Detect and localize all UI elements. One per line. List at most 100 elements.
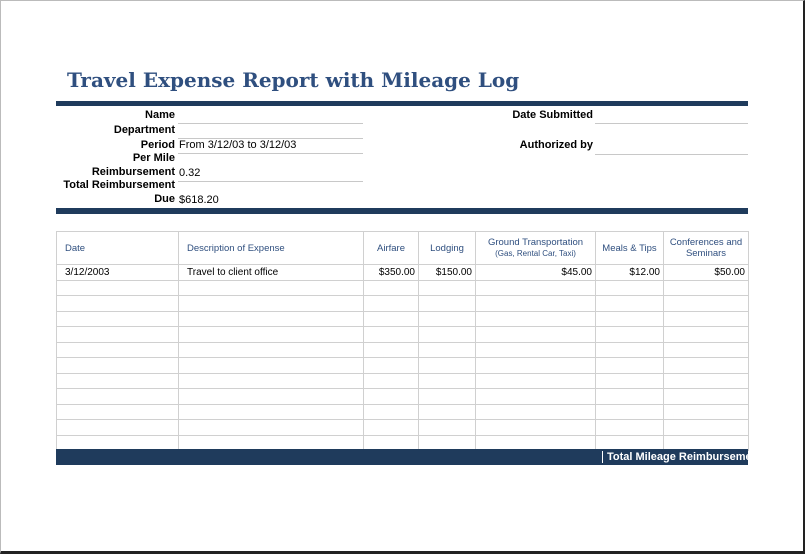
empty-cell[interactable]: [56, 326, 179, 343]
authorized-by-label: Authorized by: [519, 139, 593, 151]
table-row: 3/12/2003 Travel to client office $350.0…: [56, 264, 749, 281]
empty-cell[interactable]: [475, 357, 596, 374]
empty-cell[interactable]: [663, 326, 749, 343]
empty-cell[interactable]: [475, 372, 596, 389]
date-submitted-field[interactable]: [595, 123, 748, 124]
empty-cell[interactable]: [663, 341, 749, 358]
empty-cell[interactable]: [178, 372, 364, 389]
empty-cell[interactable]: [363, 295, 419, 312]
cell-lodging[interactable]: $150.00: [418, 264, 476, 281]
empty-cell[interactable]: [363, 372, 419, 389]
empty-cell[interactable]: [595, 388, 664, 405]
empty-cell[interactable]: [475, 388, 596, 405]
empty-cell[interactable]: [56, 295, 179, 312]
name-label: Name: [145, 109, 175, 121]
empty-cell[interactable]: [418, 403, 476, 420]
reimbursement-value[interactable]: 0.32: [179, 167, 200, 179]
empty-cell[interactable]: [595, 357, 664, 374]
empty-cell[interactable]: [663, 372, 749, 389]
empty-cell[interactable]: [595, 372, 664, 389]
empty-cell[interactable]: [418, 388, 476, 405]
empty-cell[interactable]: [56, 372, 179, 389]
empty-cell[interactable]: [363, 326, 419, 343]
table-row: [56, 357, 749, 374]
empty-cell[interactable]: [363, 279, 419, 296]
empty-cell[interactable]: [418, 310, 476, 327]
col-header-ground-title: Ground Transportation: [487, 237, 584, 248]
empty-cell[interactable]: [418, 295, 476, 312]
empty-cell[interactable]: [595, 310, 664, 327]
empty-cell[interactable]: [663, 419, 749, 436]
empty-cell[interactable]: [178, 341, 364, 358]
col-header-date: Date: [56, 231, 179, 265]
empty-cell[interactable]: [595, 341, 664, 358]
cell-ground[interactable]: $45.00: [475, 264, 596, 281]
empty-cell[interactable]: [475, 295, 596, 312]
authorized-by-field[interactable]: [595, 154, 748, 155]
empty-cell[interactable]: [595, 403, 664, 420]
name-field[interactable]: [178, 123, 363, 124]
cell-airfare[interactable]: $350.00: [363, 264, 419, 281]
empty-cell[interactable]: [663, 279, 749, 296]
empty-cell[interactable]: [363, 341, 419, 358]
table-row: [56, 310, 749, 327]
cell-date[interactable]: 3/12/2003: [56, 264, 179, 281]
empty-cell[interactable]: [178, 295, 364, 312]
col-header-ground: Ground Transportation (Gas, Rental Car, …: [475, 231, 596, 265]
empty-cell[interactable]: [475, 310, 596, 327]
empty-cell[interactable]: [178, 279, 364, 296]
empty-cell[interactable]: [178, 357, 364, 374]
empty-cell[interactable]: [475, 341, 596, 358]
empty-cell[interactable]: [475, 326, 596, 343]
empty-cell[interactable]: [663, 388, 749, 405]
due-value[interactable]: $618.20: [179, 194, 219, 206]
empty-cell[interactable]: [663, 357, 749, 374]
empty-cell[interactable]: [178, 310, 364, 327]
col-header-lodging: Lodging: [418, 231, 476, 265]
empty-cell[interactable]: [663, 310, 749, 327]
empty-cell[interactable]: [595, 295, 664, 312]
empty-cell[interactable]: [56, 279, 179, 296]
empty-cell[interactable]: [56, 357, 179, 374]
empty-cell[interactable]: [418, 279, 476, 296]
empty-cell[interactable]: [475, 419, 596, 436]
empty-cell[interactable]: [418, 372, 476, 389]
empty-cell[interactable]: [595, 419, 664, 436]
table-row: [56, 295, 749, 312]
empty-cell[interactable]: [56, 310, 179, 327]
cell-description[interactable]: Travel to client office: [178, 264, 364, 281]
cell-meals[interactable]: $12.00: [595, 264, 664, 281]
reimbursement-field-line: [178, 181, 363, 182]
empty-cell[interactable]: [56, 419, 179, 436]
empty-cell[interactable]: [56, 341, 179, 358]
empty-cell[interactable]: [363, 388, 419, 405]
header-divider: [56, 101, 748, 106]
per-mile-label: Per Mile: [132, 152, 175, 164]
empty-cell[interactable]: [178, 419, 364, 436]
cell-conferences[interactable]: $50.00: [663, 264, 749, 281]
empty-cell[interactable]: [363, 357, 419, 374]
empty-cell[interactable]: [418, 326, 476, 343]
empty-cell[interactable]: [595, 279, 664, 296]
empty-cell[interactable]: [178, 388, 364, 405]
period-value[interactable]: From 3/12/03 to 3/12/03: [179, 139, 296, 151]
empty-cell[interactable]: [418, 419, 476, 436]
empty-cell[interactable]: [595, 326, 664, 343]
empty-cell[interactable]: [663, 403, 749, 420]
empty-cell[interactable]: [418, 357, 476, 374]
empty-cell[interactable]: [363, 403, 419, 420]
table-row: [56, 403, 749, 420]
total-reimbursement-label: Total Reimbursement: [63, 179, 175, 191]
empty-cell[interactable]: [363, 419, 419, 436]
empty-cell[interactable]: [475, 279, 596, 296]
empty-cell[interactable]: [178, 403, 364, 420]
empty-cell[interactable]: [178, 326, 364, 343]
empty-cell[interactable]: [56, 388, 179, 405]
empty-cell[interactable]: [56, 403, 179, 420]
empty-cell[interactable]: [363, 310, 419, 327]
empty-cell[interactable]: [663, 295, 749, 312]
date-submitted-label: Date Submitted: [512, 109, 593, 121]
empty-cell[interactable]: [475, 403, 596, 420]
expense-table: Date Description of Expense Airfare Lodg…: [56, 231, 749, 451]
empty-cell[interactable]: [418, 341, 476, 358]
